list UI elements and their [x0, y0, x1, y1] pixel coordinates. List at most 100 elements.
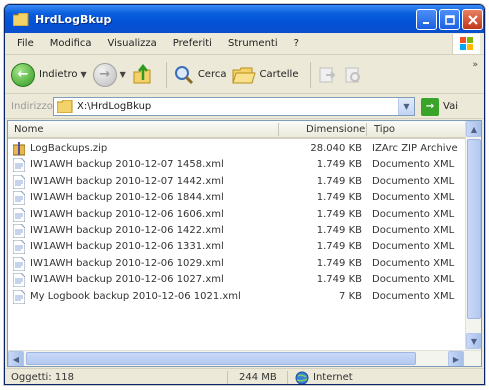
- file-type: Documento XML: [372, 175, 455, 187]
- menu-tools[interactable]: Strumenti: [220, 38, 286, 49]
- copy-to-icon: [345, 67, 361, 82]
- column-header: Nome Dimensione Tipo: [8, 121, 467, 139]
- zip-archive-icon: [13, 142, 25, 156]
- explorer-window: HrdLogBkup File Modifica Visualizza Pref…: [4, 4, 485, 385]
- file-row[interactable]: IW1AWH backup 2010-12-06 1844.xml 1.749 …: [8, 190, 467, 206]
- back-arrow-icon: ←: [11, 62, 35, 87]
- back-button[interactable]: ← Indietro ▼: [11, 62, 87, 87]
- address-label: Indirizzo: [11, 101, 53, 112]
- address-input[interactable]: X:\HrdLogBkup ▼: [53, 97, 415, 116]
- move-to-icon: [319, 67, 336, 82]
- file-type: Documento XML: [372, 224, 455, 236]
- scroll-up-icon[interactable]: ▲: [466, 121, 481, 137]
- back-dropdown-icon[interactable]: ▼: [81, 70, 87, 79]
- horizontal-scrollbar[interactable]: ◀ ▶: [8, 350, 481, 366]
- close-button[interactable]: [462, 9, 483, 30]
- minimize-button[interactable]: [416, 9, 437, 30]
- xml-document-icon: [13, 240, 25, 255]
- file-row[interactable]: IW1AWH backup 2010-12-06 1331.xml 1.749 …: [8, 239, 467, 255]
- menu-edit[interactable]: Modifica: [42, 38, 100, 49]
- status-bar: Oggetti: 118 244 MB Internet: [5, 368, 484, 384]
- file-row[interactable]: IW1AWH backup 2010-12-06 1029.xml 1.749 …: [8, 256, 467, 272]
- scroll-down-icon[interactable]: ▼: [466, 333, 481, 349]
- file-type: Documento XML: [372, 159, 455, 171]
- status-size: 244 MB: [239, 372, 277, 383]
- xml-document-icon: [13, 174, 25, 189]
- menu-favorites[interactable]: Preferiti: [165, 38, 220, 49]
- scroll-right-icon[interactable]: ▶: [448, 351, 464, 366]
- file-type: IZArc ZIP Archive: [372, 143, 458, 154]
- up-folder-button[interactable]: [132, 63, 154, 86]
- copy-to-button[interactable]: [343, 65, 363, 85]
- vertical-scrollbar[interactable]: ▲ ▼: [465, 121, 481, 350]
- status-object-count: Oggetti: 118: [11, 372, 74, 383]
- go-button[interactable]: Vai: [443, 101, 458, 112]
- file-name: LogBackups.zip: [30, 143, 108, 154]
- go-arrow-icon[interactable]: →: [421, 97, 439, 116]
- file-size: 1.749 KB: [316, 159, 362, 171]
- xml-document-icon: [13, 289, 25, 304]
- forward-arrow-icon: →: [92, 62, 117, 87]
- column-size[interactable]: Dimensione: [306, 124, 365, 135]
- title-bar[interactable]: HrdLogBkup: [5, 5, 484, 33]
- horizontal-scroll-thumb[interactable]: [26, 352, 416, 365]
- xml-document-icon: [13, 256, 25, 271]
- menu-bar: File Modifica Visualizza Preferiti Strum…: [5, 33, 484, 55]
- forward-dropdown-icon[interactable]: ▼: [120, 70, 126, 79]
- file-size: 1.749 KB: [316, 175, 362, 187]
- file-name: IW1AWH backup 2010-12-06 1422.xml: [30, 224, 224, 236]
- maximize-button[interactable]: [439, 9, 460, 30]
- file-name: IW1AWH backup 2010-12-06 1844.xml: [30, 192, 224, 204]
- toolbar: ← Indietro ▼ → ▼ Cerca Cartelle »: [5, 56, 484, 94]
- column-divider[interactable]: [366, 123, 367, 136]
- xml-document-icon: [13, 158, 25, 173]
- address-path: X:\HrdLogBkup: [77, 101, 152, 112]
- address-dropdown-icon[interactable]: ▼: [398, 98, 414, 115]
- minimize-icon: [422, 21, 429, 24]
- column-type[interactable]: Tipo: [374, 124, 395, 135]
- file-size: 1.749 KB: [316, 241, 362, 253]
- file-row[interactable]: IW1AWH backup 2010-12-06 1027.xml 1.749 …: [8, 272, 467, 288]
- column-divider[interactable]: [278, 123, 279, 136]
- folder-icon: [13, 12, 29, 26]
- file-type: Documento XML: [372, 241, 455, 253]
- forward-button[interactable]: → ▼: [92, 62, 126, 87]
- move-to-button[interactable]: [317, 65, 337, 85]
- status-zone: Internet: [313, 372, 353, 383]
- file-name: IW1AWH backup 2010-12-06 1331.xml: [30, 241, 224, 253]
- folders-button[interactable]: Cartelle: [232, 65, 298, 85]
- column-name[interactable]: Nome: [14, 124, 44, 135]
- file-row[interactable]: My Logbook backup 2010-12-06 1021.xml 7 …: [8, 289, 467, 305]
- file-row[interactable]: IW1AWH backup 2010-12-06 1422.xml 1.749 …: [8, 223, 467, 239]
- back-label: Indietro: [39, 69, 78, 80]
- xml-document-icon: [13, 223, 25, 238]
- vertical-scroll-thumb[interactable]: [467, 139, 481, 319]
- internet-globe-icon: [295, 371, 309, 384]
- file-name: IW1AWH backup 2010-12-06 1027.xml: [30, 274, 224, 286]
- xml-document-icon: [13, 191, 25, 206]
- file-size: 7 KB: [339, 290, 362, 302]
- file-name: IW1AWH backup 2010-12-07 1458.xml: [30, 159, 224, 171]
- folder-icon: [57, 100, 73, 113]
- scroll-left-icon[interactable]: ◀: [8, 351, 24, 366]
- file-row[interactable]: IW1AWH backup 2010-12-06 1606.xml 1.749 …: [8, 207, 467, 223]
- xml-document-icon: [13, 273, 25, 288]
- file-row[interactable]: IW1AWH backup 2010-12-07 1442.xml 1.749 …: [8, 174, 467, 190]
- menu-file[interactable]: File: [9, 38, 42, 49]
- file-row[interactable]: IW1AWH backup 2010-12-07 1458.xml 1.749 …: [8, 157, 467, 173]
- file-size: 1.749 KB: [316, 257, 362, 269]
- status-divider: [227, 371, 228, 384]
- toolbar-overflow-icon[interactable]: »: [472, 60, 478, 70]
- file-name: IW1AWH backup 2010-12-06 1606.xml: [30, 208, 224, 220]
- file-row[interactable]: LogBackups.zip 28.040 KB IZArc ZIP Archi…: [8, 141, 467, 157]
- windows-logo-icon: [452, 34, 480, 54]
- search-button[interactable]: Cerca: [173, 64, 226, 86]
- file-type: Documento XML: [372, 290, 455, 302]
- file-list: Nome Dimensione Tipo LogBackups.zip 28.0…: [7, 120, 482, 367]
- file-size: 1.749 KB: [316, 274, 362, 286]
- folders-label: Cartelle: [259, 69, 299, 80]
- menu-view[interactable]: Visualizza: [100, 38, 165, 49]
- menu-help[interactable]: ?: [286, 38, 307, 49]
- file-name: My Logbook backup 2010-12-06 1021.xml: [30, 290, 241, 302]
- file-size: 1.749 KB: [316, 192, 362, 204]
